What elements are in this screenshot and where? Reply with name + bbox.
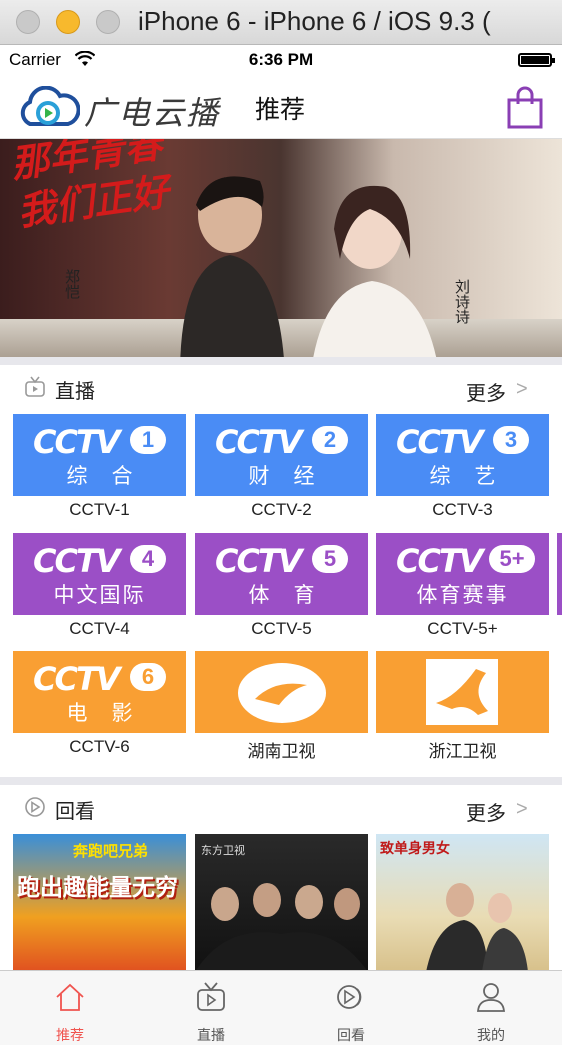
tab-label: 推荐 [56,1027,84,1043]
simulator-title: iPhone 6 - iPhone 6 / iOS 9.3 ( [138,6,491,36]
channel-tile-cctv-5-plus[interactable]: CCTV 5+ 体育赛事 CCTV-5+ [376,533,549,638]
live-section-title: 直播 [55,381,95,403]
cctv-logo: CCTV 4 [33,545,166,577]
page-title: 推荐 [255,96,306,124]
cctv-logo: CCTV 1 [33,426,166,458]
banner-title: 那年青春 我们正好 [8,139,172,235]
replay-more-link[interactable]: 更多 [466,797,506,826]
thumb-cast-image [195,883,368,972]
replay-section-header: 回看 更多 > [0,786,562,830]
banner-actor-right-image [313,185,437,357]
channel-caption: CCTV-4 [69,619,130,638]
chevron-right-icon[interactable]: > [516,378,528,401]
replay-thumb-dongfang[interactable]: 东方卫视 [195,834,368,972]
cctv-logo: CCTV 2 [215,426,348,458]
channel-tile-hunan[interactable]: 湖南卫视 [195,651,368,761]
channel-caption: CCTV-3 [432,500,493,519]
tab-recommend[interactable]: 推荐 [0,971,140,1045]
channel-caption: CCTV-5+ [427,619,498,638]
channel-subtitle: 综艺 [429,465,520,488]
banner-actor-left-image [180,176,284,357]
channel-subtitle: 财经 [248,465,339,488]
tab-label: 直播 [197,1027,225,1043]
channel-tile-cctv-2[interactable]: CCTV 2 财经 CCTV-2 [195,414,368,519]
tab-label: 回看 [337,1027,365,1043]
section-divider [0,777,562,785]
channel-caption: CCTV-5 [251,619,312,638]
thumb-couple-image [426,883,528,972]
channel-tile-cctv-1[interactable]: CCTV 1 综合 CCTV-1 [13,414,186,519]
replay-thumb-running-man[interactable]: 奔跑吧兄弟 跑出趣能量无穷 [13,834,186,972]
zhejiang-tv-logo-icon [426,659,498,725]
cctv-logo: CCTV 5 [215,545,348,577]
tab-live[interactable]: 直播 [141,971,281,1045]
thumb-title-text: 跑出趣能量无穷 [17,874,178,900]
cctv-logo: CCTV 6 [33,663,166,695]
simulator-title-bar: iPhone 6 - iPhone 6 / iOS 9.3 ( [0,0,562,45]
thumb-logo-text: 奔跑吧兄弟 [73,843,149,860]
zoom-window-button[interactable] [96,10,120,34]
channel-subtitle: 电影 [66,702,157,725]
status-bar: Carrier 6:36 PM [0,45,562,75]
minimize-window-button[interactable] [56,10,80,34]
close-window-button[interactable] [16,10,40,34]
thumb-logo-text: 东方卫视 [201,845,245,857]
channel-tile-cctv-5[interactable]: CCTV 5 体育 CCTV-5 [195,533,368,638]
battery-icon [518,53,555,67]
channel-caption: CCTV-1 [69,500,130,519]
banner-actor-left-name: 郑恺 [63,269,81,299]
channel-caption: CCTV-6 [69,737,130,756]
tv-icon [197,982,225,1011]
tab-label: 我的 [477,1027,505,1043]
tab-replay[interactable]: 回看 [281,971,421,1045]
channel-tile-cctv-4[interactable]: CCTV 4 中文国际 CCTV-4 [13,533,186,638]
shopping-bag-icon[interactable] [506,86,544,130]
channel-tile-partial[interactable] [557,533,562,615]
channel-caption: 湖南卫视 [247,742,316,761]
live-more-link[interactable]: 更多 [466,377,506,406]
home-icon [56,983,84,1011]
live-section-header: 直播 更多 > [0,366,562,410]
hunan-tv-logo-icon [238,663,326,723]
nav-bar: 广电云播 推荐 [0,76,562,139]
replay-section-title: 回看 [55,801,95,823]
replay-thumb-single-life[interactable]: 致单身男女 [376,834,549,972]
channel-subtitle: 中文国际 [53,584,146,607]
tv-icon [25,376,45,397]
channel-subtitle: 体育 [248,584,339,607]
channel-caption: CCTV-2 [251,500,312,519]
logo-text: 广电云播 [84,94,221,132]
replay-icon [25,797,45,817]
channel-subtitle: 体育赛事 [416,584,509,607]
cctv-logo: CCTV 3 [396,426,529,458]
user-icon [477,983,505,1012]
tab-bar: 推荐 直播 回看 我的 [0,970,562,1045]
tab-mine[interactable]: 我的 [421,971,561,1045]
section-divider [0,357,562,365]
banner-carousel[interactable]: 那年青春 我们正好 郑恺 刘诗诗 [0,139,562,357]
banner-actor-right-name: 刘诗诗 [453,279,471,324]
status-time: 6:36 PM [248,50,314,69]
chevron-right-icon[interactable]: > [516,798,528,821]
channel-subtitle: 综合 [66,465,157,488]
replay-icon [337,985,362,1009]
channel-tile-cctv-6[interactable]: CCTV 6 电影 CCTV-6 [13,651,186,756]
channel-tile-cctv-3[interactable]: CCTV 3 综艺 CCTV-3 [376,414,549,519]
channel-tile-zhejiang[interactable]: 浙江卫视 [376,651,549,761]
cctv-logo: CCTV 5+ [396,545,535,577]
thumb-title-text: 致单身男女 [380,840,450,856]
cloud-logo-icon [20,86,80,126]
channel-caption: 浙江卫视 [428,742,497,761]
